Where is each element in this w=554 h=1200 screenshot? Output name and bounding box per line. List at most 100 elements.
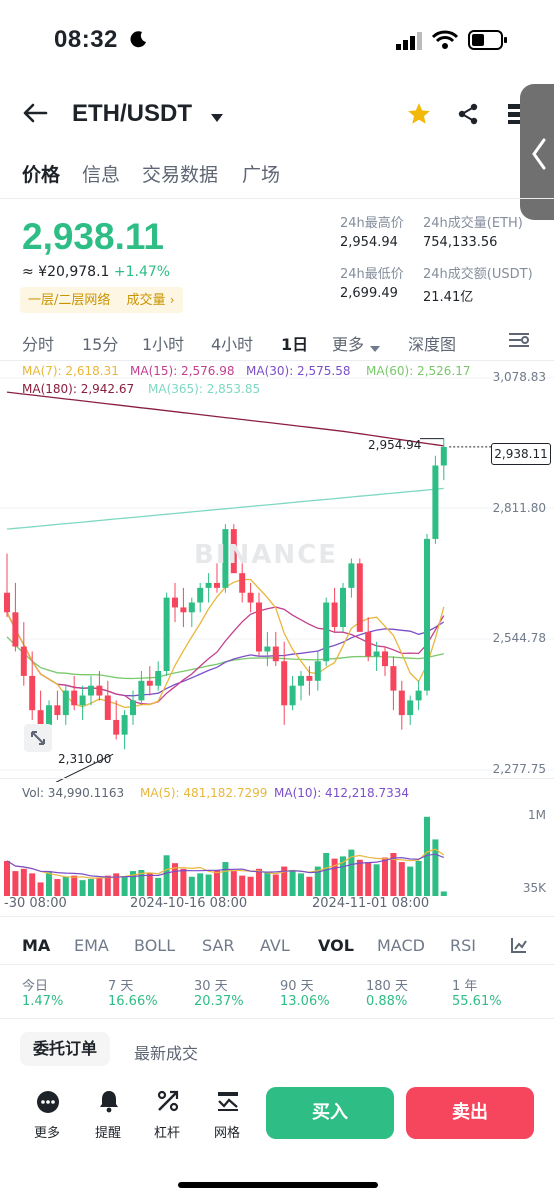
tab-latest-trades[interactable]: 最新成交 [134, 1040, 198, 1064]
candle-body [373, 651, 380, 657]
candle-body [113, 719, 120, 735]
volume-bar [46, 872, 52, 896]
low-marker-label: 2,310.00 [58, 752, 112, 766]
candle-body [197, 587, 204, 603]
volume-bar [432, 839, 439, 896]
tf-depth[interactable]: 深度图 [408, 331, 456, 355]
grid-trading-icon[interactable] [216, 1089, 240, 1117]
volume-bar [54, 879, 61, 896]
category-tags[interactable]: 一层/二层网络 成交量 › [20, 287, 183, 313]
price-change: +1.47% [113, 264, 171, 280]
sell-button[interactable]: 卖出 [406, 1087, 534, 1139]
candle-body [239, 573, 246, 593]
tab-divider [0, 198, 554, 199]
chart-settings-icon[interactable] [508, 330, 530, 354]
candle-body [146, 680, 153, 686]
volume-bar [306, 876, 313, 896]
candle-body [188, 602, 195, 613]
more-icon[interactable] [37, 1091, 59, 1117]
x-label-3: 2024-11-01 08:00 [312, 896, 430, 911]
pair-title[interactable]: ETH/USDT [72, 100, 192, 128]
perf-value-30d: 20.37% [194, 994, 244, 1009]
watermark-logo: BINANCE [194, 540, 338, 570]
perf-label-7d: 7 天 [108, 979, 134, 994]
volume-bar [197, 873, 204, 896]
volume-bar [298, 873, 304, 896]
volume-chart[interactable] [0, 802, 554, 898]
ind-ma[interactable]: MA [22, 936, 50, 955]
candle-body [256, 602, 262, 652]
x-label-1: -30 08:00 [4, 896, 67, 911]
buy-button[interactable]: 买入 [266, 1087, 394, 1139]
candle-body [314, 661, 321, 681]
expand-chart-icon[interactable] [24, 724, 52, 752]
more-dropdown-icon[interactable] [369, 338, 381, 357]
candle-body [205, 582, 212, 588]
volume-bar [62, 876, 69, 896]
tab-info[interactable]: 信息 [82, 160, 120, 187]
volume-bar [382, 857, 388, 896]
back-arrow-icon[interactable] [22, 102, 48, 128]
volume-bar [239, 875, 246, 896]
candle-body [121, 715, 128, 735]
volume-bar [104, 875, 111, 896]
tab-square[interactable]: 广场 [242, 160, 280, 187]
candle-body [440, 446, 447, 466]
ind-avl[interactable]: AVL [260, 936, 290, 955]
tag-volume[interactable]: 成交量 [127, 293, 166, 308]
ind-macd[interactable]: MACD [377, 936, 425, 955]
last-price-label: 2,938.11 [491, 443, 551, 465]
volume-bar [163, 855, 170, 896]
leverage-label[interactable]: 杠杆 [154, 1122, 180, 1141]
candle-body [54, 705, 61, 716]
vol-ma10: MA(10): 412,218.7334 [274, 786, 410, 800]
ind-boll[interactable]: BOLL [134, 936, 175, 955]
more-label[interactable]: 更多 [34, 1122, 60, 1141]
alert-label[interactable]: 提醒 [95, 1122, 121, 1141]
volume-bar [373, 864, 380, 896]
tf-15m[interactable]: 15分 [82, 331, 118, 355]
perf-label-today: 今日 [22, 979, 49, 994]
y-tick-3: 2,544.78 [492, 631, 546, 645]
tab-trading-data[interactable]: 交易数据 [142, 160, 218, 187]
tf-4h[interactable]: 4小时 [211, 331, 253, 355]
candle-body [390, 666, 397, 691]
y-tick-top: 3,078.83 [492, 370, 546, 384]
candlestick-chart[interactable] [0, 362, 554, 782]
ind-ema[interactable]: EMA [74, 936, 109, 955]
candle-body [424, 538, 430, 691]
tf-1d[interactable]: 1日 [281, 331, 308, 355]
volume-bar [289, 869, 296, 896]
candle-body [155, 671, 162, 686]
tag-layer-network[interactable]: 一层/二层网络 [28, 293, 110, 308]
candle-body [20, 646, 27, 676]
volume-bar [398, 862, 405, 896]
candle-body [432, 465, 439, 539]
ind-sar[interactable]: SAR [202, 936, 235, 955]
vol-usdt-value: 21.41亿 [423, 290, 474, 305]
tab-open-orders[interactable]: 委托订单 [20, 1032, 110, 1066]
favorite-star-icon[interactable] [406, 101, 432, 131]
ind-vol[interactable]: VOL [318, 936, 354, 955]
tab-price[interactable]: 价格 [22, 160, 60, 187]
perf-value-7d: 16.66% [108, 994, 158, 1009]
x-axis-divider [0, 916, 554, 917]
side-panel-handle[interactable] [520, 84, 554, 220]
ind-rsi[interactable]: RSI [450, 936, 476, 955]
indicator-settings-icon[interactable] [510, 936, 528, 958]
tf-1h[interactable]: 1小时 [142, 331, 184, 355]
volume-bar [71, 875, 78, 896]
bell-icon[interactable] [98, 1089, 120, 1117]
candle-body [247, 592, 254, 603]
share-icon[interactable] [456, 102, 480, 130]
pair-dropdown-icon[interactable] [210, 108, 224, 127]
tf-line[interactable]: 分时 [22, 331, 54, 355]
volume-bar [230, 871, 237, 896]
volume-bar [180, 868, 187, 896]
high-label: 24h最高价 [340, 216, 404, 231]
tf-more[interactable]: 更多 [332, 331, 364, 355]
perf-label-1y: 1 年 [452, 979, 478, 994]
grid-label[interactable]: 网格 [214, 1122, 240, 1141]
volume-bar [356, 859, 363, 896]
leverage-icon[interactable] [156, 1089, 180, 1117]
